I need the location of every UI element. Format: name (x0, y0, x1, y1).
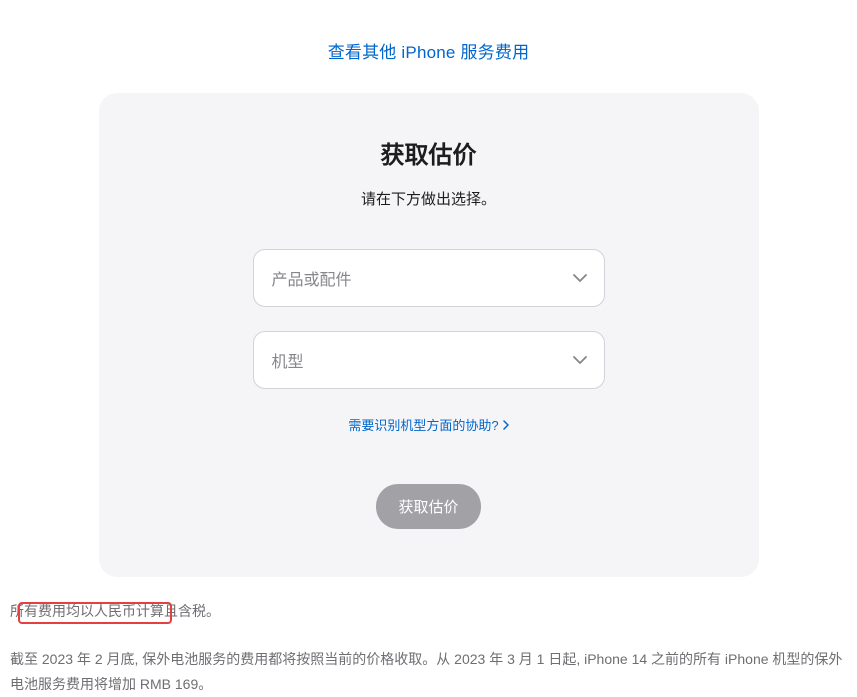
estimate-card: 获取估价 请在下方做出选择。 产品或配件 机型 需要识别机型方面的协助? 获取估… (99, 93, 759, 577)
help-link-label: 需要识别机型方面的协助? (348, 415, 498, 434)
footer-currency-note: 所有费用均以人民币计算且含税。 (10, 601, 847, 621)
product-select[interactable]: 产品或配件 (253, 249, 605, 307)
footer-price-notice: 截至 2023 年 2 月底, 保外电池服务的费用都将按照当前的价格收取。从 2… (10, 647, 847, 697)
product-select-wrapper: 产品或配件 (253, 249, 605, 307)
model-select[interactable]: 机型 (253, 331, 605, 389)
top-link-container: 查看其他 iPhone 服务费用 (0, 0, 857, 93)
card-subtitle: 请在下方做出选择。 (139, 188, 719, 209)
card-title: 获取估价 (139, 135, 719, 170)
chevron-right-icon (503, 420, 509, 430)
model-select-wrapper: 机型 (253, 331, 605, 389)
other-iphone-service-link[interactable]: 查看其他 iPhone 服务费用 (328, 43, 530, 62)
identify-model-help-link[interactable]: 需要识别机型方面的协助? (348, 415, 508, 434)
get-estimate-button[interactable]: 获取估价 (376, 484, 480, 529)
footer: 所有费用均以人民币计算且含税。 截至 2023 年 2 月底, 保外电池服务的费… (0, 577, 857, 697)
button-container: 获取估价 (139, 484, 719, 529)
